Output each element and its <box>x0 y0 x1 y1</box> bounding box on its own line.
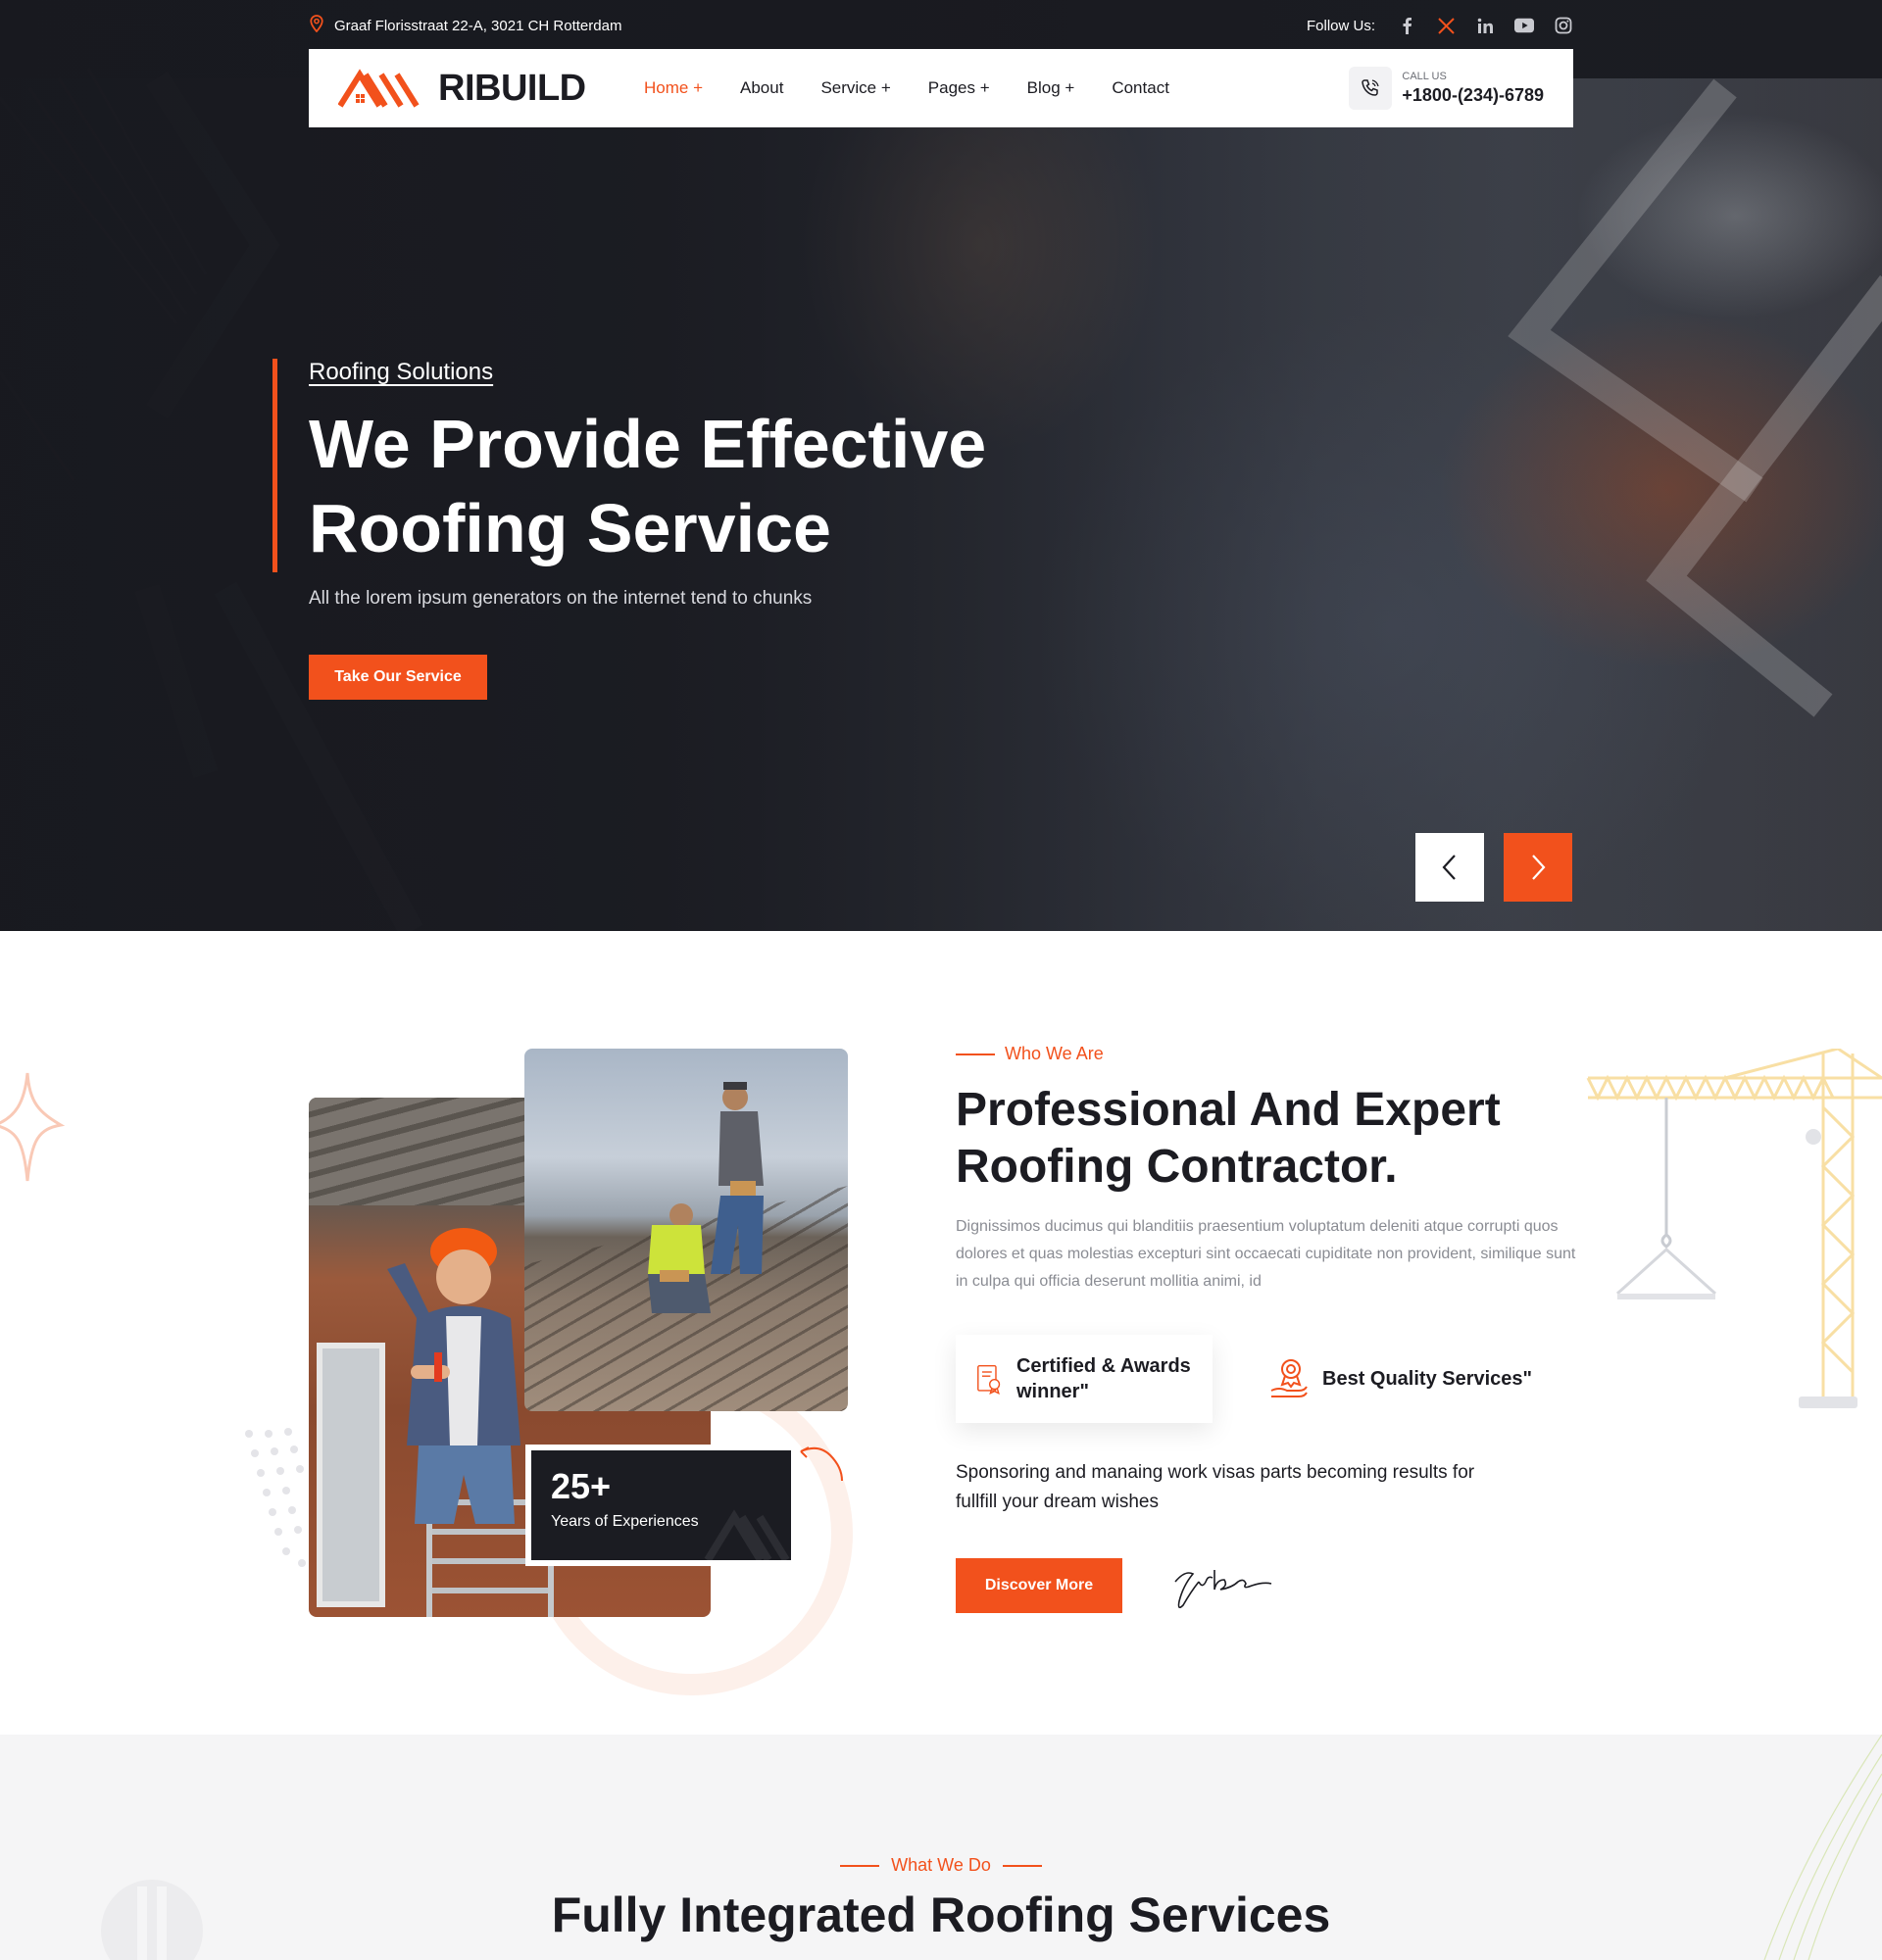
hero-title: We Provide Effective Roofing Service <box>309 406 987 566</box>
about-tag-label: Who We Are <box>1005 1044 1104 1063</box>
phone-icon <box>1349 67 1393 110</box>
badge-logo-watermark <box>704 1509 790 1560</box>
hero-description: All the lorem ipsum generators on the in… <box>309 588 813 609</box>
features-list: Certified & Awards winner" Best Quality … <box>956 1335 1583 1423</box>
about-text-column: Who We Are Professional And Expert Roofi… <box>956 1044 1583 1615</box>
chevron-left-icon <box>1442 855 1456 880</box>
nav-item-blog[interactable]: Blog + <box>1027 78 1075 98</box>
about-title: Professional And Expert Roofing Contract… <box>956 1084 1501 1193</box>
nav-item-home[interactable]: Home + <box>644 78 703 98</box>
top-bar: Graaf Florisstraat 22-A, 3021 CH Rotterd… <box>309 12 1573 39</box>
services-tag-label: What We Do <box>891 1855 991 1875</box>
main-nav: Home + About Service + Pages + Blog + Co… <box>644 78 1169 98</box>
social-links <box>1397 16 1573 35</box>
instagram-icon[interactable] <box>1554 16 1573 35</box>
location-pin-icon <box>309 14 324 37</box>
roofers-figures <box>648 1082 764 1313</box>
feature-quality: Best Quality Services" <box>1250 1335 1552 1423</box>
linkedin-icon[interactable] <box>1475 16 1495 35</box>
about-quote: Sponsoring and manaing work visas parts … <box>956 1462 1475 1512</box>
swirl-arrow-decoration <box>800 1446 843 1482</box>
chevron-right-icon <box>1532 855 1546 880</box>
about-tag: Who We Are <box>956 1044 1583 1064</box>
logo[interactable]: RIBUILD <box>338 68 632 110</box>
logo-text: RIBUILD <box>438 67 586 109</box>
feature-certified-label: Certified & Awards winner" <box>1015 1355 1191 1402</box>
hero-section: Graaf Florisstraat 22-A, 3021 CH Rotterd… <box>0 0 1882 931</box>
star-decoration <box>0 1072 66 1182</box>
slider-prev-button[interactable] <box>1415 833 1484 902</box>
nav-item-service[interactable]: Service + <box>820 78 890 98</box>
signature-image <box>1174 1570 1272 1609</box>
worker-figure <box>387 1228 520 1524</box>
quality-badge-icon <box>1270 1359 1308 1397</box>
nav-item-contact[interactable]: Contact <box>1112 78 1169 98</box>
discover-more-button[interactable]: Discover More <box>956 1558 1122 1613</box>
call-us[interactable]: CALL US +1800-(234)-6789 <box>1349 67 1544 110</box>
x-icon[interactable] <box>1436 16 1456 35</box>
address-text: Graaf Florisstraat 22-A, 3021 CH Rotterd… <box>334 17 622 34</box>
call-us-number: +1800-(234)-6789 <box>1402 85 1544 105</box>
certificate-icon <box>977 1365 1001 1396</box>
roofers-photo <box>524 1049 848 1411</box>
youtube-icon[interactable] <box>1514 16 1534 35</box>
crane-decoration <box>1586 1049 1882 1408</box>
facebook-icon[interactable] <box>1397 16 1416 35</box>
call-us-label: CALL US <box>1402 71 1447 82</box>
slider-next-button[interactable] <box>1504 833 1572 902</box>
take-our-service-button[interactable]: Take Our Service <box>309 655 487 700</box>
about-description: Dignissimos ducimus qui blanditiis praes… <box>956 1218 1576 1290</box>
feature-quality-label: Best Quality Services" <box>1322 1368 1533 1390</box>
nav-item-about[interactable]: About <box>740 78 783 98</box>
experience-badge: 25+ Years of Experiences <box>525 1445 797 1566</box>
hero-accent-bar <box>272 359 277 572</box>
follow-us-label: Follow Us: <box>1306 17 1375 34</box>
main-header: RIBUILD Home + About Service + Pages + B… <box>309 49 1573 127</box>
feature-certified: Certified & Awards winner" <box>956 1335 1213 1423</box>
services-title: Fully Integrated Roofing Services <box>551 1887 1331 1942</box>
dots-decoration <box>245 1428 306 1567</box>
nav-item-pages[interactable]: Pages + <box>928 78 990 98</box>
services-tag: What We Do <box>0 1855 1882 1876</box>
logo-mark-icon <box>338 69 420 108</box>
hero-subtitle[interactable]: Roofing Solutions <box>309 359 493 386</box>
